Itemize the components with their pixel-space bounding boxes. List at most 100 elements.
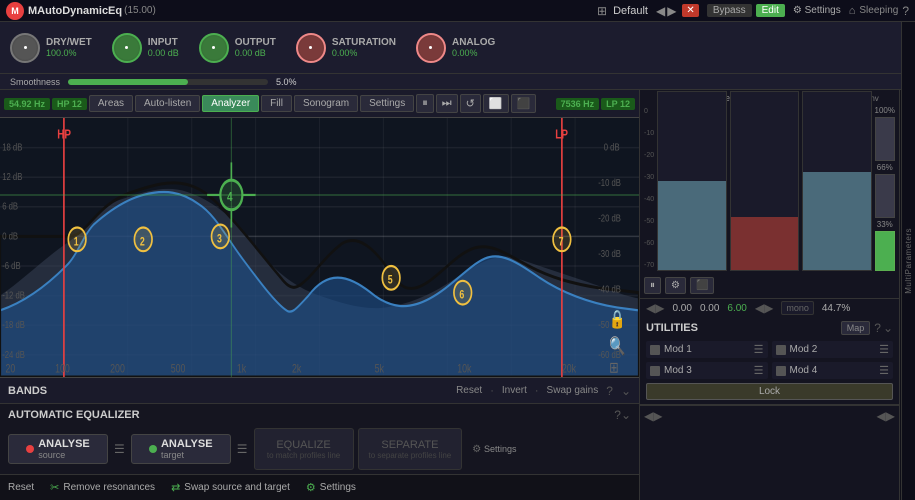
svg-text:3: 3 [217,233,222,245]
values-right-arrow[interactable]: ◀▶ [755,301,773,315]
fit-button[interactable]: ⬜ [483,94,509,113]
bottom-left-arrows[interactable]: ◀▶ [644,409,662,423]
pause-meter-button[interactable]: ⏸ [644,277,661,294]
mod4-menu-icon[interactable]: ☰ [879,364,889,377]
freq-right-badge[interactable]: 7536 Hz [556,98,600,110]
pause-button[interactable]: ⏸ [416,94,434,113]
values-left-arrow[interactable]: ◀▶ [646,301,664,315]
freq-left-badge[interactable]: 54.92 Hz [4,98,50,110]
lock-button[interactable]: Lock [646,383,893,400]
reset-button[interactable]: ↺ [460,94,481,113]
utilities-help-icon[interactable]: ? [874,321,881,335]
meter-copy-icon[interactable]: ⬛ [690,277,714,294]
auto-eq-expand-icon[interactable]: ⌄ [621,408,631,422]
meter-gear-icon[interactable]: ⚙ [665,277,686,294]
saturation-value: 0.00% [332,48,396,58]
bottom-right-arrows[interactable]: ◀▶ [877,409,895,423]
analyse-source-menu-icon[interactable]: ☰ [112,440,127,458]
svg-text:2: 2 [140,236,145,248]
dry-wet-knob[interactable] [10,33,40,63]
next-preset-arrow[interactable]: ▶ [667,4,676,18]
utilities-expand-icon[interactable]: ⌄ [883,321,893,335]
preset-name[interactable]: Default [613,5,648,17]
remove-resonances-icon: ✂ [50,481,59,494]
auto-eq-help-icon[interactable]: ? [614,408,621,422]
remove-resonances-action[interactable]: ✂ Remove resonances [50,481,155,494]
smoothness-fill [68,79,188,85]
bands-row: BANDS Reset · Invert · Swap gains ? ⌄ [0,377,639,403]
analyse-target-label: ANALYSE [161,438,213,450]
areas-tab[interactable]: Areas [89,95,133,112]
bands-expand-icon[interactable]: ⌄ [621,384,631,398]
svg-text:HP: HP [57,127,71,142]
mod2-row: Mod 2 ☰ [772,341,894,358]
reset-action[interactable]: Reset [8,482,34,493]
filter-right-badge[interactable]: LP 12 [601,98,635,110]
svg-text:6: 6 [459,289,464,301]
invert-link[interactable]: Invert [502,385,527,396]
smoothness-bar[interactable] [68,79,268,85]
settings-link[interactable]: ⚙ Settings [793,5,841,16]
input-knob[interactable] [112,33,142,63]
equalize-label: EQUALIZE [276,439,330,451]
main-content: 54.92 Hz HP 12 Areas Auto-listen Analyze… [0,90,915,500]
bands-title: BANDS [8,385,47,397]
output-knob[interactable] [199,33,229,63]
sonogram-tab[interactable]: Sonogram [294,95,358,112]
utilities-title: UTILITIES [646,322,698,334]
db-label-0: 0 [644,108,654,115]
analyse-target-button[interactable]: ANALYSE target [131,434,231,464]
analyzer-tab[interactable]: Analyzer [202,95,259,112]
svg-text:20k: 20k [562,363,577,375]
saturation-knob[interactable] [296,33,326,63]
meter-controls: ⏸ ⚙ ⬛ [640,273,899,299]
separate-button: SEPARATE to separate profiles line [358,428,463,470]
edit-button[interactable]: Edit [756,4,785,17]
mod4-dot [776,366,786,376]
home-icon[interactable]: ⌂ [849,5,856,17]
input-value: 0.00 dB [148,48,179,58]
bypass-button[interactable]: Bypass [707,4,752,17]
svg-text:200: 200 [110,363,125,375]
auto-eq-settings-icon[interactable]: ⚙ Settings [470,442,518,457]
reset-link[interactable]: Reset [456,385,482,396]
fill-tab[interactable]: Fill [261,95,292,112]
analog-value: 0.00% [452,48,495,58]
preset-arrows[interactable]: ◀ ▶ [656,4,676,18]
mod3-menu-icon[interactable]: ☰ [754,364,764,377]
meter-out-fill [803,172,870,270]
analog-knob[interactable] [416,33,446,63]
eq-graph[interactable]: HP LP 1 2 3 4 [0,118,639,377]
analyse-target-dot [149,445,157,453]
map-button[interactable]: Map [841,321,871,335]
mod1-menu-icon[interactable]: ☰ [754,343,764,356]
forward-button[interactable]: ⏭ [436,94,458,113]
mono-button[interactable]: mono [781,301,814,315]
meter-bars-area: 0 -10 -20 -30 -40 -50 -60 -70 [640,103,899,273]
analyse-source-button[interactable]: ANALYSE source [8,434,108,464]
filter-left-badge[interactable]: HP 12 [52,98,87,110]
svg-text:🔍: 🔍 [609,334,625,357]
analyse-target-menu-icon[interactable]: ☰ [235,440,250,458]
bands-help-icon[interactable]: ? [606,384,613,398]
prev-preset-arrow[interactable]: ◀ [656,4,665,18]
meter-val-3: 6.00 [727,303,746,314]
svg-text:5: 5 [388,275,393,287]
utilities-header: UTILITIES Map ? ⌄ [646,321,893,335]
auto-listen-tab[interactable]: Auto-listen [135,95,200,112]
utilities-grid: Mod 1 ☰ Mod 2 ☰ Mod 3 ☰ [646,341,893,400]
svg-text:🔒: 🔒 [609,309,625,329]
svg-text:-12 dB: -12 dB [2,289,25,300]
analyse-source-dot [26,445,34,453]
close-button[interactable]: ✕ [682,4,698,17]
swap-gains-link[interactable]: Swap gains [547,385,599,396]
mod2-menu-icon[interactable]: ☰ [879,343,889,356]
mod3-label: Mod 3 [664,365,750,376]
output-group: OUTPUT 0.00 dB [199,33,276,63]
help-icon[interactable]: ? [902,4,909,18]
bottom-settings-action[interactable]: ⚙ Settings [306,481,356,494]
export-button[interactable]: ⬛ [511,94,537,113]
settings-tab[interactable]: Settings [360,95,414,112]
bottom-actions: Reset ✂ Remove resonances ⇄ Swap source … [0,474,639,500]
swap-source-target-action[interactable]: ⇄ Swap source and target [171,481,290,494]
